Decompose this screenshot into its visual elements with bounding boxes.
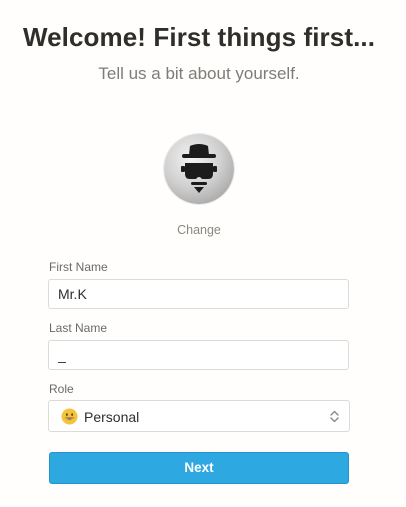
first-name-label: First Name [49,260,108,274]
change-avatar-link[interactable]: Change [0,223,398,237]
last-name-label: Last Name [49,321,108,335]
role-label: Role [49,382,74,396]
updown-chevron-icon [330,410,339,423]
first-name-field[interactable] [48,279,349,309]
role-select[interactable]: Personal [48,400,350,432]
incognito-avatar-icon [164,134,234,204]
grinning-face-emoji-icon [61,408,78,425]
avatar[interactable] [164,134,234,204]
next-button[interactable]: Next [49,452,349,484]
role-selected-value: Personal [84,409,140,425]
page-subtitle: Tell us a bit about yourself. [98,64,300,83]
last-name-field[interactable] [48,340,349,370]
page-title: Welcome! First things first... [22,22,376,52]
